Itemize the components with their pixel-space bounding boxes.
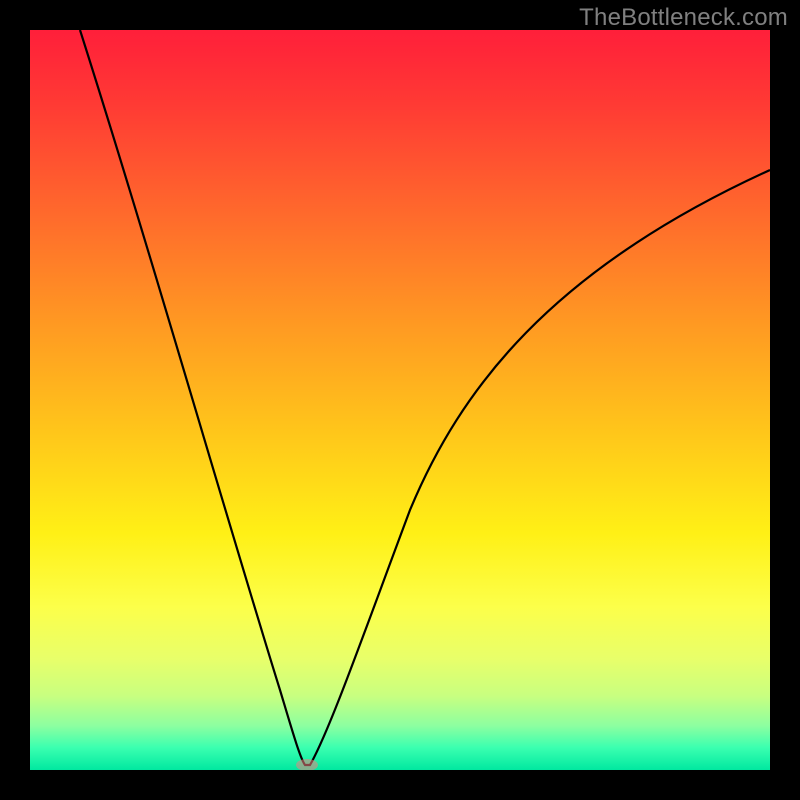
chart-frame: TheBottleneck.com	[0, 0, 800, 800]
bottleneck-curve	[80, 30, 770, 765]
chart-svg	[30, 30, 770, 770]
minimum-marker	[296, 759, 318, 770]
watermark-text: TheBottleneck.com	[579, 4, 788, 32]
chart-plot-area	[30, 30, 770, 770]
